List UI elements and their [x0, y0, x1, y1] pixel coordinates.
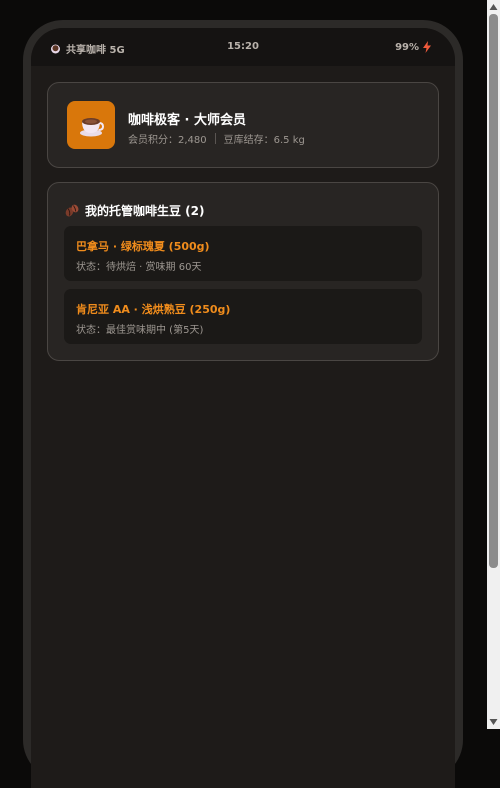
meta-divider: [214, 133, 216, 144]
section-title-text: 我的托管咖啡生豆 (2): [85, 204, 205, 218]
scroll-up-arrow-icon[interactable]: [489, 3, 498, 11]
list-item[interactable]: 肯尼亚 AA · 浅烘熟豆 (250g) 状态：最佳赏味期中 (第5天): [64, 289, 422, 344]
list-item[interactable]: 巴拿马 · 绿标瑰夏 (500g) 状态：待烘焙 · 赏味期 60天: [64, 226, 422, 281]
bean-name: 巴拿马 · 绿标瑰夏 (500g): [76, 240, 210, 253]
profile-name: 咖啡极客 · 大师会员: [128, 113, 246, 128]
bean-name: 肯尼亚 AA · 浅烘熟豆 (250g): [76, 303, 231, 316]
coffee-cup-icon: [80, 118, 104, 137]
phone-frame: 共享咖啡 5G 15:20 99% 咖啡极客 · 大师会员 会员积分：2,480…: [23, 20, 463, 788]
member-points: 会员积分：2,480: [128, 135, 207, 146]
scroll-down-arrow-icon[interactable]: [489, 718, 498, 726]
profile-meta: 会员积分：2,480 豆库结存：6.5 kg: [128, 131, 305, 146]
coffee-beans-icon: [65, 204, 79, 217]
battery-level: 99%: [395, 41, 419, 53]
beans-card: 我的托管咖啡生豆 (2) 巴拿马 · 绿标瑰夏 (500g) 状态：待烘焙 · …: [47, 182, 439, 361]
charging-bolt-icon: [423, 41, 431, 53]
avatar: [67, 101, 115, 149]
scroll-thumb[interactable]: [489, 14, 498, 568]
profile-card[interactable]: 咖啡极客 · 大师会员 会员积分：2,480 豆库结存：6.5 kg: [47, 82, 439, 168]
section-title: 我的托管咖啡生豆 (2): [65, 202, 205, 219]
phone-screen: 共享咖啡 5G 15:20 99% 咖啡极客 · 大师会员 会员积分：2,480…: [31, 28, 455, 788]
status-time: 15:20: [227, 41, 259, 52]
status-bar: 共享咖啡 5G 15:20 99%: [31, 28, 455, 66]
bean-status: 状态：待烘焙 · 赏味期 60天: [76, 262, 202, 273]
bean-status: 状态：最佳赏味期中 (第5天): [76, 325, 204, 336]
page-scrollbar[interactable]: [487, 0, 500, 729]
bean-storage: 豆库结存：6.5 kg: [223, 135, 305, 146]
status-battery: 99%: [395, 41, 431, 53]
